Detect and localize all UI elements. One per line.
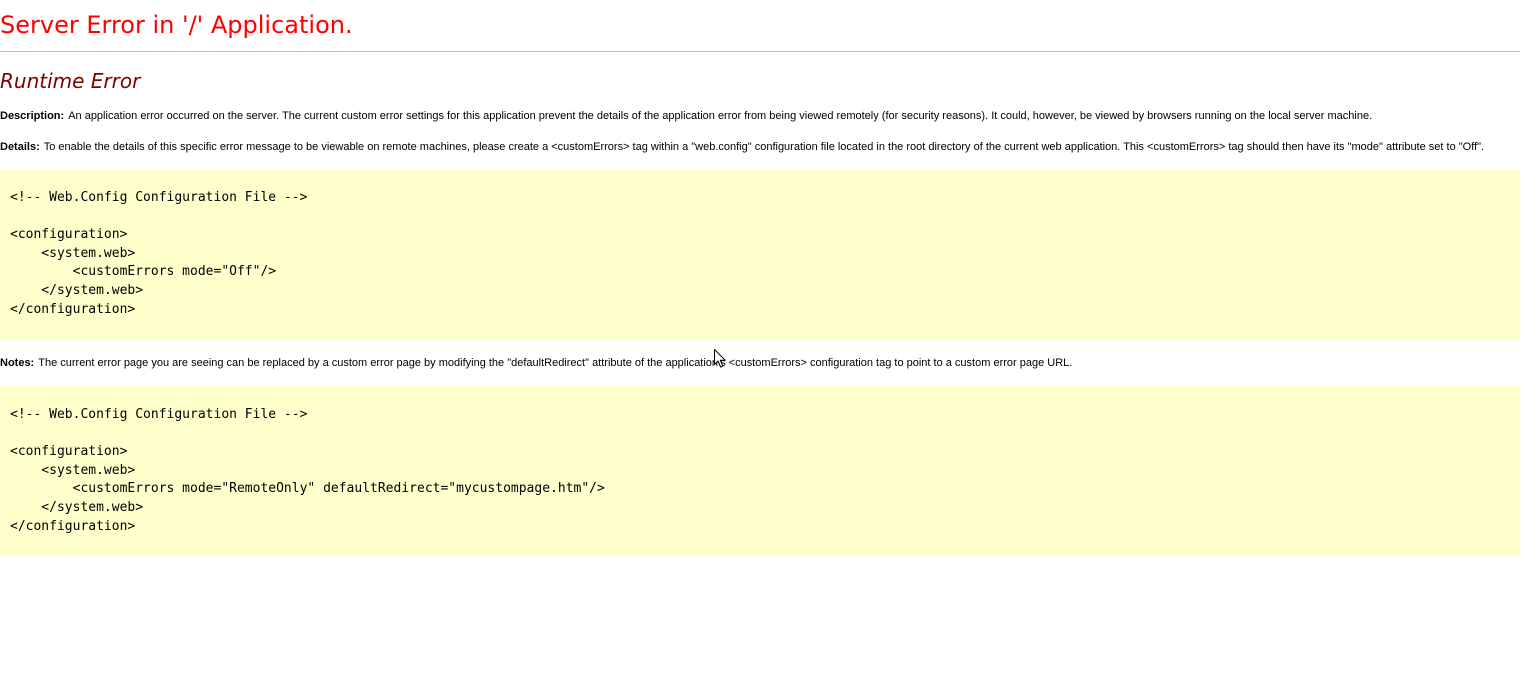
mouse-pointer-icon (714, 349, 726, 368)
config-code-remoteonly: <!-- Web.Config Configuration File --> <c… (10, 406, 1510, 536)
description-text: An application error occurred on the ser… (68, 110, 1373, 122)
config-code-block-remoteonly: <!-- Web.Config Configuration File --> <c… (0, 386, 1520, 556)
page-title: Server Error in '/' Application. (0, 11, 353, 39)
code-line: <configuration> (10, 444, 128, 460)
config-code-off: <!-- Web.Config Configuration File --> <c… (10, 189, 1510, 319)
code-line: <system.web> (10, 245, 136, 261)
notes-paragraph: Notes: The current error page you are see… (0, 356, 1072, 370)
details-label: Details: (0, 141, 40, 153)
code-line: <customErrors mode="Off"/> (10, 264, 277, 280)
config-code-block-off: <!-- Web.Config Configuration File --> <c… (0, 170, 1520, 340)
code-line: </configuration> (10, 301, 136, 317)
code-line: <system.web> (10, 462, 136, 478)
error-subtitle: Runtime Error (0, 69, 141, 93)
notes-label: Notes: (0, 357, 35, 369)
code-line: <customErrors mode="RemoteOnly" defaultR… (10, 481, 605, 497)
code-line: <configuration> (10, 227, 128, 243)
description-paragraph: Description: An application error occurre… (0, 109, 1372, 123)
notes-text: The current error page you are seeing ca… (38, 357, 1073, 369)
code-line: <!-- Web.Config Configuration File --> (10, 407, 308, 422)
description-label: Description: (0, 110, 65, 122)
code-line: <!-- Web.Config Configuration File --> (10, 190, 308, 205)
code-line: </system.web> (10, 282, 144, 298)
title-divider (0, 51, 1520, 52)
details-text: To enable the details of this specific e… (43, 141, 1485, 153)
code-line: </configuration> (10, 518, 136, 534)
code-line: </system.web> (10, 499, 144, 515)
details-paragraph: Details: To enable the details of this sp… (0, 140, 1484, 154)
